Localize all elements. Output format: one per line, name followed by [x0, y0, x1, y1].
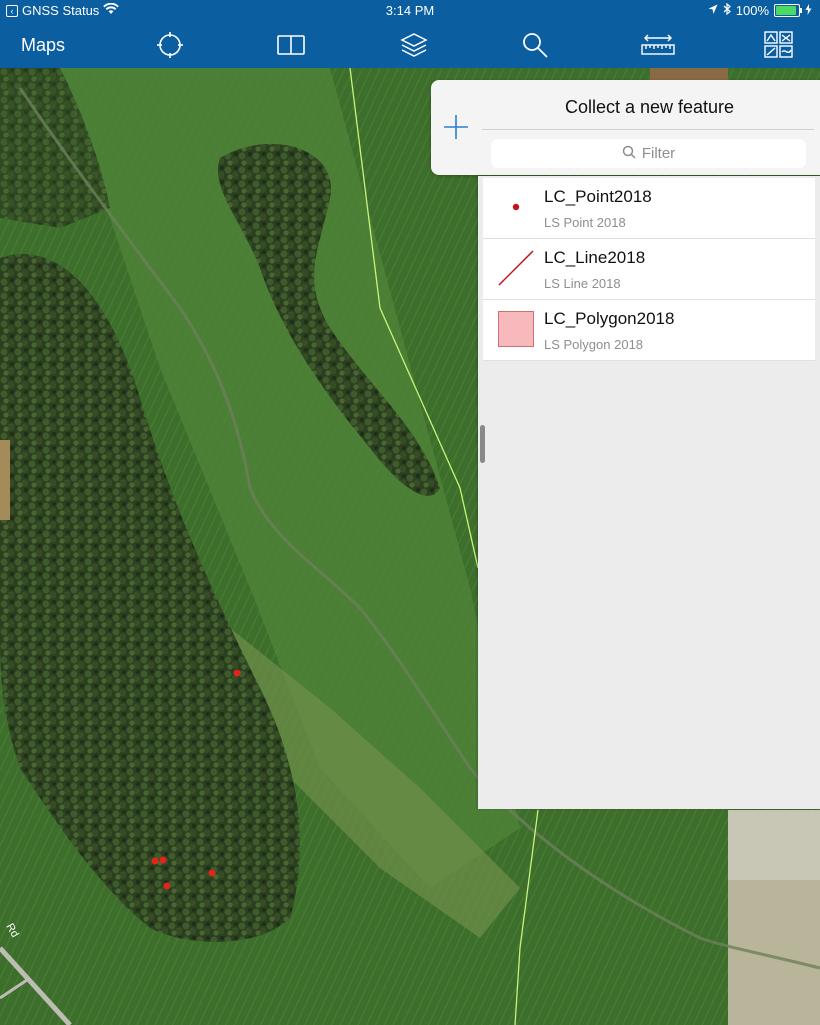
feature-subtitle: LS Line 2018: [544, 276, 621, 291]
panel-resize-handle[interactable]: [480, 425, 485, 463]
feature-name: LC_Line2018: [544, 248, 646, 267]
locate-icon[interactable]: [155, 31, 185, 59]
point-marker[interactable]: [233, 669, 241, 677]
panel-divider: [482, 129, 814, 130]
top-toolbar: Maps: [0, 22, 820, 68]
line-symbol-icon: [498, 250, 534, 286]
point-marker[interactable]: [163, 882, 171, 890]
location-arrow-icon: [708, 3, 718, 18]
point-marker[interactable]: [151, 857, 159, 865]
point-marker[interactable]: [208, 869, 216, 877]
bookmark-icon[interactable]: [276, 31, 306, 59]
filter-input[interactable]: Filter: [491, 139, 806, 168]
bluetooth-icon: [723, 2, 731, 18]
layers-icon[interactable]: [399, 31, 429, 59]
status-time: 3:14 PM: [385, 3, 435, 18]
battery-percent: 100%: [735, 3, 769, 18]
status-right: 100%: [708, 2, 812, 18]
status-bar: ‹ GNSS Status 3:14 PM 100%: [0, 0, 820, 22]
feature-row-polygon[interactable]: LC_Polygon2018 LS Polygon 2018: [483, 300, 815, 361]
feature-row-point[interactable]: LC_Point2018 LS Point 2018: [483, 178, 815, 239]
maps-back-button[interactable]: Maps: [21, 35, 65, 56]
measure-icon[interactable]: [641, 31, 675, 59]
collect-feature-header: Collect a new feature Filter: [431, 80, 820, 175]
polygon-symbol-icon: [498, 311, 534, 347]
point-symbol-icon: [498, 189, 534, 225]
panel-title: Collect a new feature: [564, 97, 735, 117]
feature-name: LC_Polygon2018: [544, 309, 675, 328]
feature-subtitle: LS Polygon 2018: [544, 337, 644, 352]
filter-placeholder: Filter: [641, 145, 676, 162]
charging-icon: [805, 3, 812, 18]
add-feature-icon[interactable]: [443, 114, 469, 140]
feature-row-line[interactable]: LC_Line2018 LS Line 2018: [483, 239, 815, 300]
point-marker[interactable]: [159, 856, 167, 864]
battery-icon: [774, 4, 802, 17]
feature-subtitle: LS Point 2018: [544, 215, 626, 230]
basemap-icon[interactable]: [764, 31, 794, 59]
feature-name: LC_Point2018: [544, 187, 652, 206]
feature-template-list: LC_Point2018 LS Point 2018 LC_Line2018 L…: [483, 178, 815, 361]
search-icon[interactable]: [520, 31, 550, 59]
search-icon: [622, 145, 636, 163]
